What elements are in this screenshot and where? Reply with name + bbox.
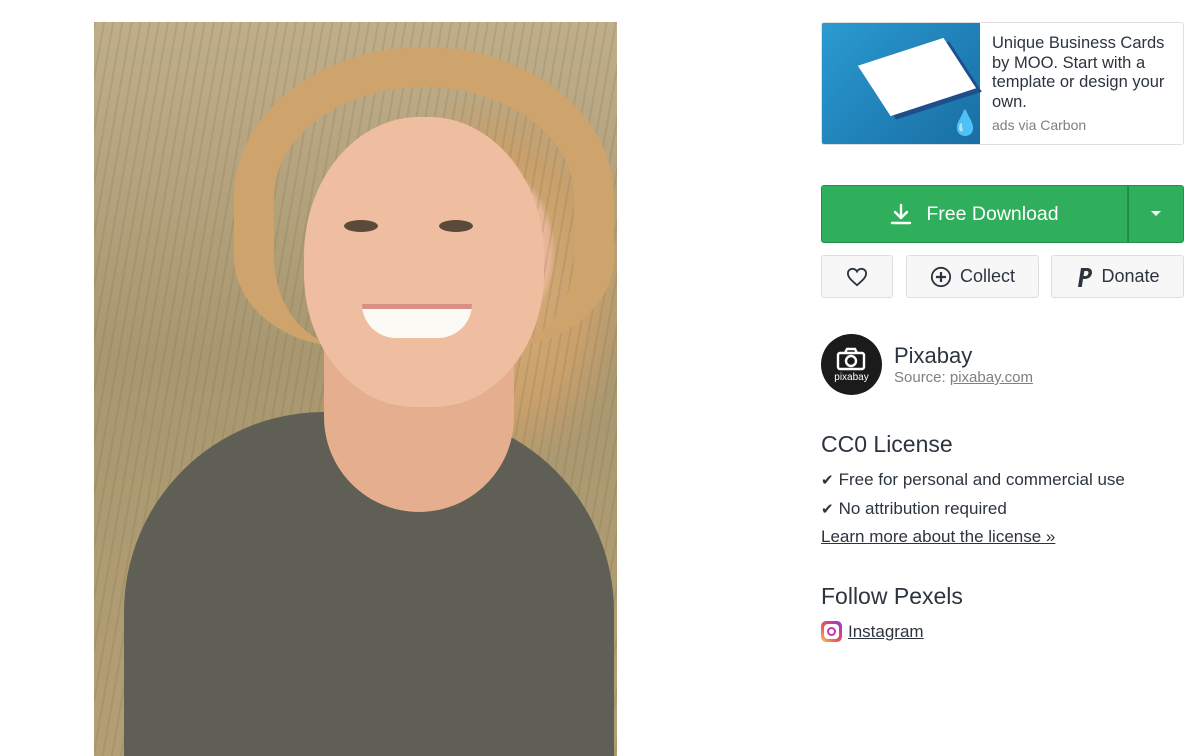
carbon-ad[interactable]: 💧 Unique Business Cards by MOO. Start wi…: [821, 22, 1184, 145]
camera-icon: [836, 347, 865, 370]
caret-down-icon: [1151, 211, 1161, 216]
check-icon: ✔: [821, 501, 834, 518]
license-item: ✔ No attribution required: [821, 499, 1007, 519]
collect-button[interactable]: Collect: [906, 255, 1039, 298]
ad-text[interactable]: Unique Business Cards by MOO. Start with…: [992, 34, 1177, 112]
avatar[interactable]: pixabay: [821, 334, 882, 395]
instagram-link[interactable]: Instagram: [821, 621, 924, 642]
license-title: CC0 License: [821, 431, 953, 457]
download-icon: [891, 203, 912, 225]
heart-icon: [846, 267, 868, 286]
download-options-button[interactable]: [1128, 185, 1184, 243]
avatar-text: pixabay: [834, 371, 869, 383]
follow-title: Follow Pexels: [821, 583, 963, 609]
water-drop-icon: 💧: [950, 110, 980, 137]
plus-circle-icon: [930, 266, 952, 287]
ad-business-card: [857, 37, 977, 117]
source-link[interactable]: pixabay.com: [950, 369, 1033, 386]
photo-face: [304, 117, 544, 407]
free-download-button[interactable]: Free Download: [821, 185, 1128, 243]
check-icon: ✔: [821, 472, 834, 489]
license-learn-more-link[interactable]: Learn more about the license »: [821, 527, 1055, 547]
paypal-icon: [1078, 267, 1093, 287]
donate-label: Donate: [1101, 266, 1160, 286]
license-item-text: No attribution required: [838, 499, 1007, 518]
ad-via[interactable]: ads via Carbon: [992, 117, 1086, 133]
author-name[interactable]: Pixabay: [894, 343, 972, 369]
donate-button[interactable]: Donate: [1051, 255, 1184, 298]
main-photo[interactable]: [94, 22, 617, 756]
free-download-label: Free Download: [926, 202, 1059, 225]
photo-eye-left: [344, 220, 378, 232]
photo-eye-right: [439, 220, 473, 232]
author-source: Source: pixabay.com: [894, 369, 1033, 386]
collect-label: Collect: [959, 266, 1016, 286]
ad-image[interactable]: 💧: [822, 23, 980, 144]
source-prefix: Source:: [894, 369, 946, 386]
like-button[interactable]: [821, 255, 893, 298]
photo-smile: [362, 304, 472, 338]
license-item: ✔ Free for personal and commercial use: [821, 470, 1125, 490]
instagram-label: Instagram: [848, 621, 924, 641]
instagram-icon: [821, 621, 842, 642]
license-item-text: Free for personal and commercial use: [838, 470, 1125, 489]
